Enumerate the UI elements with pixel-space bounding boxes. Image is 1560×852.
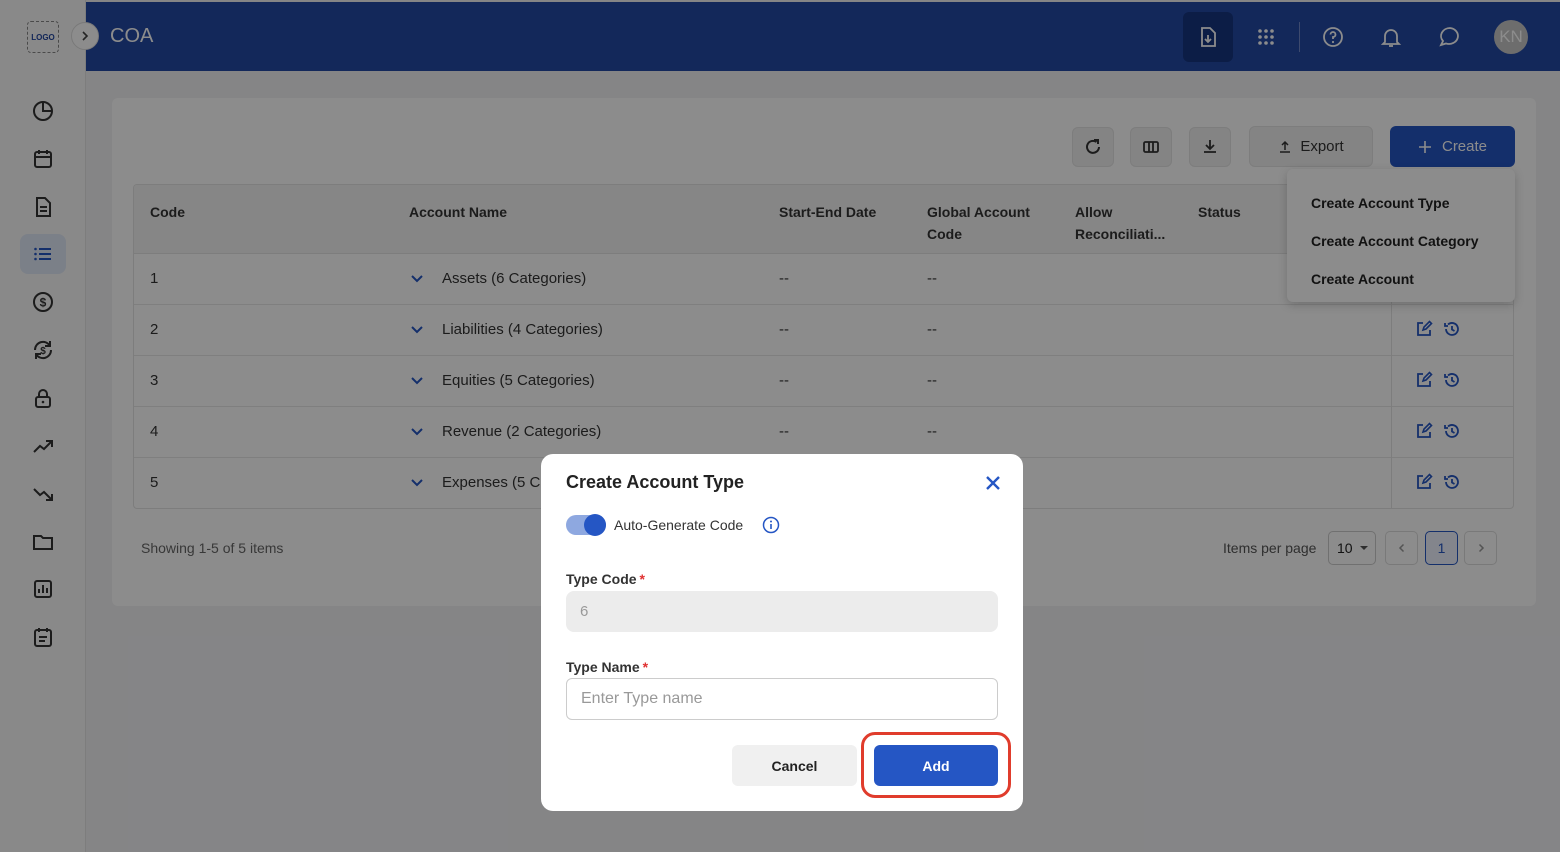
info-icon[interactable] <box>762 516 780 534</box>
auto-generate-toggle[interactable] <box>566 514 606 536</box>
type-name-label-text: Type Name <box>566 659 640 675</box>
modal-title: Create Account Type <box>566 472 745 492</box>
required-asterisk: * <box>639 571 645 587</box>
type-code-label-text: Type Code <box>566 571 637 587</box>
toggle-knob <box>584 514 606 536</box>
close-icon[interactable] <box>983 473 1003 493</box>
type-name-input[interactable] <box>566 678 998 720</box>
create-account-type-modal: Create Account Type Auto-Generate Code T… <box>541 454 1023 811</box>
type-code-label: Type Code * <box>566 571 645 587</box>
required-asterisk: * <box>642 659 649 675</box>
type-name-label: Type Name * <box>566 659 648 675</box>
auto-generate-label: Auto-Generate Code <box>614 517 744 533</box>
add-button[interactable]: Add <box>874 745 998 786</box>
type-code-field: 6 <box>566 591 998 632</box>
cancel-button[interactable]: Cancel <box>732 745 857 786</box>
